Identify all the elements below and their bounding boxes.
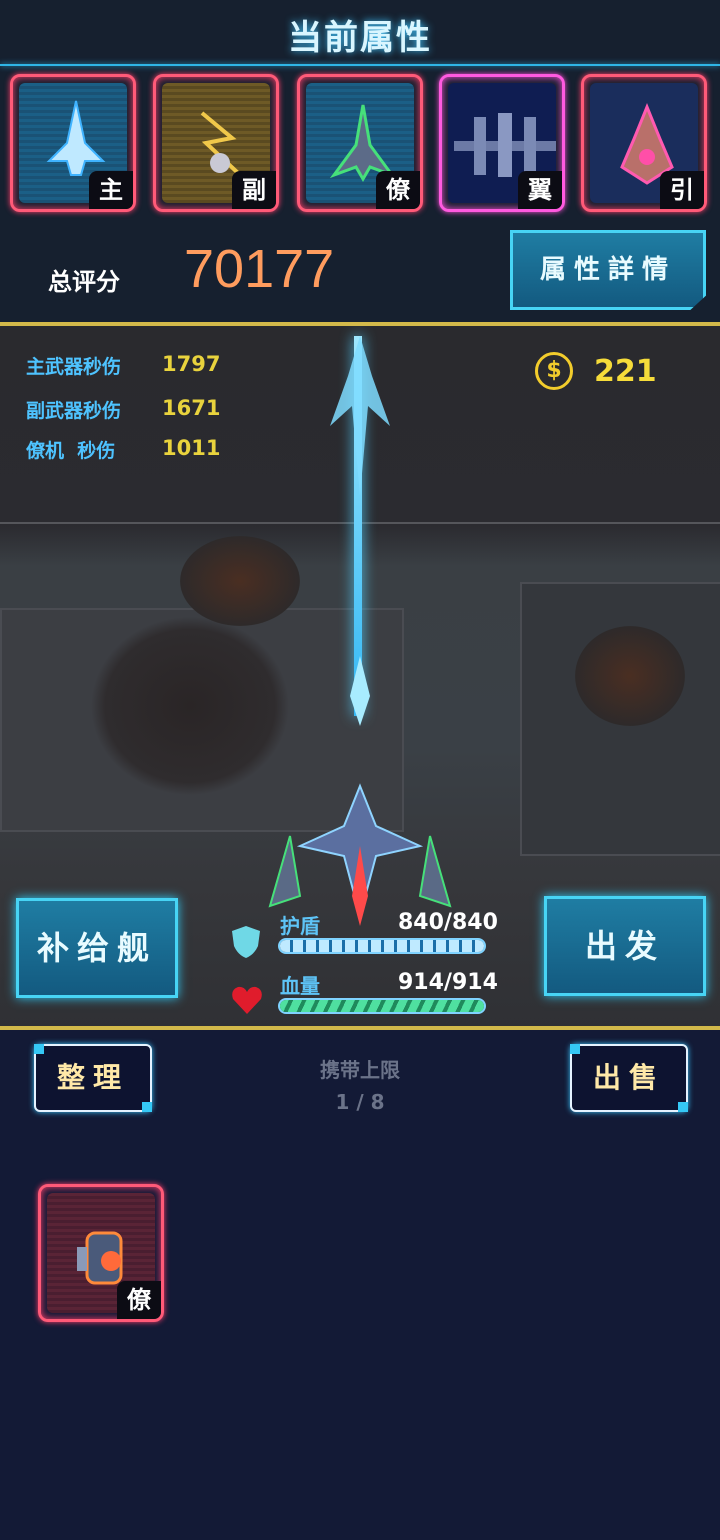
- shield-icon: [232, 926, 260, 958]
- laser-projectile: [330, 336, 390, 726]
- heart-icon: [232, 986, 262, 1014]
- slot-wing[interactable]: 翼: [439, 74, 565, 212]
- hp-value: 914/914: [398, 970, 498, 995]
- slot-main-weapon[interactable]: 主: [10, 74, 136, 212]
- hp-bar: [278, 998, 486, 1014]
- slot-tag: 翼: [518, 171, 562, 209]
- sub-weapon-dps-label: 副武器秒伤: [26, 400, 122, 422]
- coin-icon: $: [535, 352, 573, 390]
- slot-tag: 副: [232, 171, 276, 209]
- depart-button[interactable]: 出发: [544, 896, 706, 996]
- hp-bar-fill: [280, 1000, 484, 1012]
- slot-wingman[interactable]: 僚: [297, 74, 423, 212]
- crater: [575, 626, 685, 726]
- button-corner: [678, 1102, 688, 1112]
- wingman-dps-label: 僚机 秒伤: [26, 440, 116, 462]
- button-corner: [34, 1044, 44, 1054]
- main-weapon-dps-value: 1797: [162, 352, 221, 376]
- coin-count: 221: [594, 354, 657, 389]
- sub-weapon-dps-value: 1671: [162, 396, 221, 420]
- slot-tag: 主: [89, 171, 133, 209]
- main-weapon-dps-label: 主武器秒伤: [26, 356, 122, 378]
- page-title: 当前属性: [288, 18, 432, 58]
- hp-label: 血量: [280, 974, 320, 998]
- button-corner: [570, 1044, 580, 1054]
- sell-button[interactable]: 出售: [570, 1044, 688, 1112]
- slot-sub-weapon[interactable]: 副: [153, 74, 279, 212]
- inventory-item[interactable]: 僚: [38, 1184, 164, 1322]
- slot-tag: 僚: [117, 1281, 161, 1319]
- slot-tag: 引: [660, 171, 704, 209]
- slot-engine[interactable]: 引: [581, 74, 707, 212]
- supply-ship-button[interactable]: 补给舰: [16, 898, 178, 998]
- smoke-cloud: [90, 616, 290, 796]
- slot-tag: 僚: [376, 171, 420, 209]
- shield-bar: [278, 938, 486, 954]
- shield-value: 840/840: [398, 910, 498, 935]
- attribute-detail-button[interactable]: 属性詳情: [510, 230, 706, 310]
- total-score-label: 总评分: [48, 268, 120, 296]
- shield-bar-fill: [280, 940, 484, 952]
- wingman-dps-value: 1011: [162, 436, 221, 460]
- crater: [180, 536, 300, 626]
- title-divider: [0, 64, 720, 66]
- shield-label: 护盾: [280, 914, 320, 938]
- total-score-value: 70177: [184, 239, 335, 299]
